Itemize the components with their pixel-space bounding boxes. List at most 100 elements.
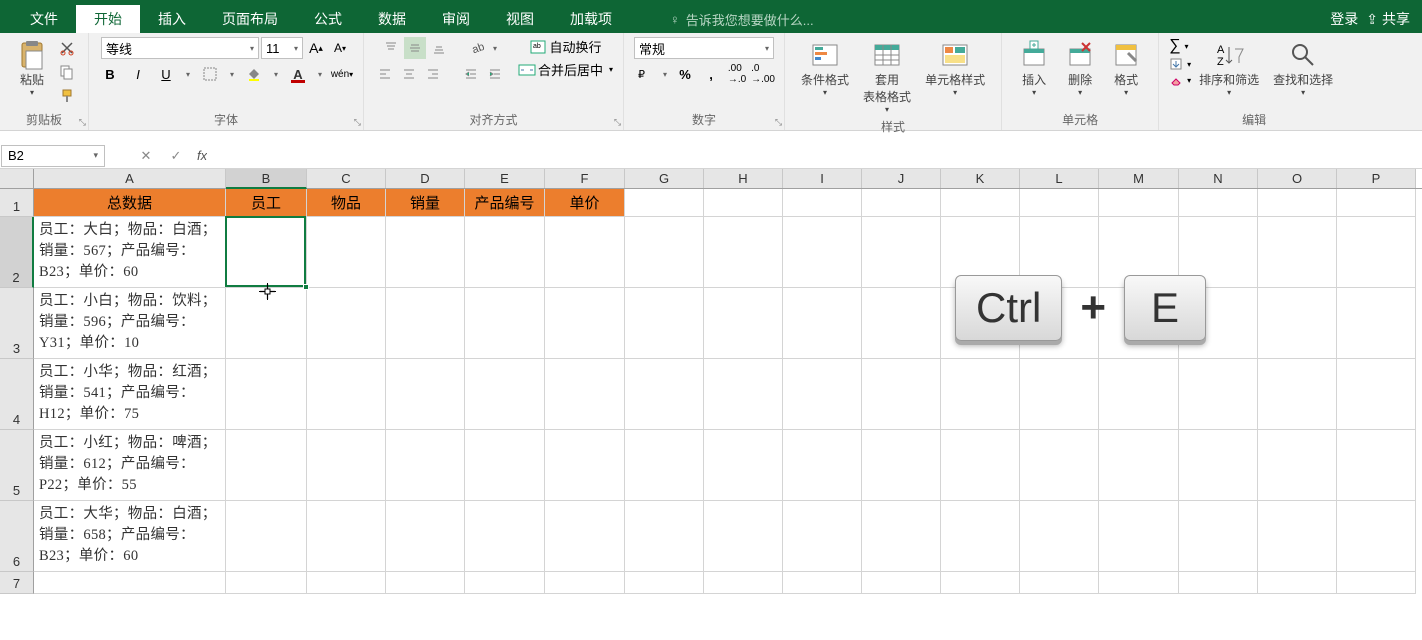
select-all-button[interactable]: [0, 169, 34, 188]
decrease-decimal-button[interactable]: .0→.00: [752, 63, 774, 85]
cell-K4[interactable]: [941, 359, 1020, 430]
row-header-4[interactable]: 4: [0, 359, 34, 430]
cell-L4[interactable]: [1020, 359, 1099, 430]
tab-insert[interactable]: 插入: [140, 5, 204, 33]
cell-E6[interactable]: [465, 501, 545, 572]
percent-button[interactable]: %: [674, 63, 696, 85]
underline-button[interactable]: U: [155, 63, 177, 85]
cell-G2[interactable]: [625, 217, 704, 288]
cell-E5[interactable]: [465, 430, 545, 501]
cell-E7[interactable]: [465, 572, 545, 594]
row-header-7[interactable]: 7: [0, 572, 34, 594]
cell-L7[interactable]: [1020, 572, 1099, 594]
cell-G3[interactable]: [625, 288, 704, 359]
cell-I2[interactable]: [783, 217, 862, 288]
cell-O3[interactable]: [1258, 288, 1337, 359]
cell-C4[interactable]: [307, 359, 386, 430]
number-format-combo[interactable]: 常规▾: [634, 37, 774, 59]
cell-E2[interactable]: [465, 217, 545, 288]
increase-indent-button[interactable]: [484, 63, 506, 85]
row-header-3[interactable]: 3: [0, 288, 34, 359]
cell-B4[interactable]: [226, 359, 307, 430]
col-header-P[interactable]: P: [1337, 169, 1416, 188]
underline-dd[interactable]: [183, 63, 193, 85]
cell-A2[interactable]: 员工：大白；物品：白酒；销量：567；产品编号：B23；单价：60: [34, 217, 226, 288]
cut-button[interactable]: [56, 37, 78, 59]
cell-M1[interactable]: [1099, 189, 1179, 217]
fill-button[interactable]: ▾: [1169, 57, 1191, 71]
align-middle-button[interactable]: [404, 37, 426, 59]
border-button[interactable]: [199, 63, 221, 85]
wrap-text-button[interactable]: ab自动换行: [530, 37, 602, 56]
cell-A5[interactable]: 员工：小红；物品：啤酒；销量：612；产品编号：P22；单价：55: [34, 430, 226, 501]
cell-G5[interactable]: [625, 430, 704, 501]
cell-F6[interactable]: [545, 501, 625, 572]
tab-page-layout[interactable]: 页面布局: [204, 5, 296, 33]
cell-N5[interactable]: [1179, 430, 1258, 501]
cell-D5[interactable]: [386, 430, 465, 501]
cell-J1[interactable]: [862, 189, 941, 217]
col-header-G[interactable]: G: [625, 169, 704, 188]
font-color-dd[interactable]: [315, 63, 325, 85]
clear-button[interactable]: ▾: [1169, 73, 1191, 87]
cell-P7[interactable]: [1337, 572, 1416, 594]
cell-E1[interactable]: 产品编号: [465, 189, 545, 217]
cell-styles-button[interactable]: 单元格样式▾: [919, 37, 991, 99]
formula-input[interactable]: [207, 145, 1422, 167]
cell-C7[interactable]: [307, 572, 386, 594]
cell-H3[interactable]: [704, 288, 783, 359]
italic-button[interactable]: I: [127, 63, 149, 85]
cell-A6[interactable]: 员工：大华；物品：白酒；销量：658；产品编号：B23；单价：60: [34, 501, 226, 572]
tab-home[interactable]: 开始: [76, 5, 140, 33]
sort-filter-button[interactable]: AZ 排序和筛选▾: [1193, 37, 1265, 99]
cell-M5[interactable]: [1099, 430, 1179, 501]
col-header-M[interactable]: M: [1099, 169, 1179, 188]
cell-N6[interactable]: [1179, 501, 1258, 572]
font-name-combo[interactable]: 等线▾: [101, 37, 259, 59]
format-painter-button[interactable]: [56, 85, 78, 107]
cell-I3[interactable]: [783, 288, 862, 359]
tab-addins[interactable]: 加载项: [552, 5, 630, 33]
cell-B1[interactable]: 员工: [226, 189, 307, 217]
col-header-I[interactable]: I: [783, 169, 862, 188]
cell-M6[interactable]: [1099, 501, 1179, 572]
cell-J2[interactable]: [862, 217, 941, 288]
cell-D6[interactable]: [386, 501, 465, 572]
align-top-button[interactable]: [380, 37, 402, 59]
col-header-N[interactable]: N: [1179, 169, 1258, 188]
copy-button[interactable]: [56, 61, 78, 83]
cell-H6[interactable]: [704, 501, 783, 572]
cell-C2[interactable]: [307, 217, 386, 288]
format-as-table-button[interactable]: 套用表格格式▾: [857, 37, 917, 116]
align-left-button[interactable]: [374, 63, 396, 85]
cell-K1[interactable]: [941, 189, 1020, 217]
tell-me[interactable]: ♀ 告诉我您想要做什么...: [670, 10, 814, 29]
cell-N1[interactable]: [1179, 189, 1258, 217]
cell-P3[interactable]: [1337, 288, 1416, 359]
decrease-font-button[interactable]: A▾: [329, 37, 351, 59]
col-header-D[interactable]: D: [386, 169, 465, 188]
orientation-button[interactable]: ab: [466, 37, 488, 59]
cell-G4[interactable]: [625, 359, 704, 430]
col-header-C[interactable]: C: [307, 169, 386, 188]
col-header-E[interactable]: E: [465, 169, 545, 188]
align-right-button[interactable]: [422, 63, 444, 85]
cell-F5[interactable]: [545, 430, 625, 501]
cell-C1[interactable]: 物品: [307, 189, 386, 217]
increase-font-button[interactable]: A▴: [305, 37, 327, 59]
cell-B3[interactable]: [226, 288, 307, 359]
cell-O6[interactable]: [1258, 501, 1337, 572]
cell-P1[interactable]: [1337, 189, 1416, 217]
col-header-K[interactable]: K: [941, 169, 1020, 188]
insert-cells-button[interactable]: 插入▾: [1012, 37, 1056, 99]
cell-J6[interactable]: [862, 501, 941, 572]
cell-L6[interactable]: [1020, 501, 1099, 572]
cell-M4[interactable]: [1099, 359, 1179, 430]
cell-F3[interactable]: [545, 288, 625, 359]
tab-review[interactable]: 审阅: [424, 5, 488, 33]
share-button[interactable]: ⇪共享: [1366, 9, 1410, 29]
format-cells-button[interactable]: 格式▾: [1104, 37, 1148, 99]
find-select-button[interactable]: 查找和选择▾: [1267, 37, 1339, 99]
cell-B6[interactable]: [226, 501, 307, 572]
cell-E4[interactable]: [465, 359, 545, 430]
